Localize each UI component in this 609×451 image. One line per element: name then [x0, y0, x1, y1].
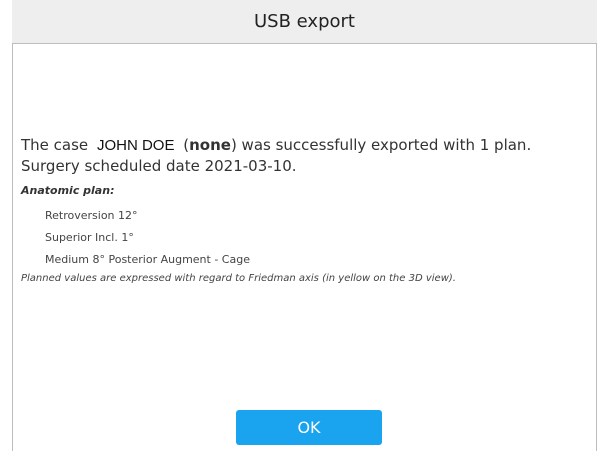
- dialog-titlebar: USB export: [12, 0, 597, 44]
- dialog-left-border: [12, 0, 13, 451]
- plan-item-augment: Medium 8° Posterior Augment - Cage: [45, 253, 250, 266]
- usb-export-dialog: USB export The case JOHN DOE (none) was …: [0, 0, 609, 451]
- plan-item-inclination: Superior Incl. 1°: [45, 231, 134, 244]
- plan-heading: Anatomic plan:: [21, 184, 115, 197]
- patient-name: JOHN DOE: [96, 137, 175, 154]
- export-message: The case JOHN DOE (none) was successfull…: [21, 135, 593, 176]
- dialog-content: The case JOHN DOE (none) was successfull…: [21, 135, 593, 284]
- message-prefix: The case: [21, 136, 89, 154]
- dialog-title: USB export: [254, 11, 355, 32]
- ok-button[interactable]: OK: [236, 410, 382, 445]
- planned-values-note: Planned values are expressed with regard…: [21, 273, 456, 284]
- plan-list: Retroversion 12° Superior Incl. 1° Mediu…: [21, 205, 593, 271]
- plan-item-retroversion: Retroversion 12°: [45, 209, 138, 222]
- case-status: none: [189, 136, 231, 154]
- surgery-date-text: Surgery scheduled date 2021-03-10.: [21, 157, 297, 175]
- message-suffix: ) was successfully exported with 1 plan.: [230, 136, 532, 154]
- dialog-right-border: [596, 0, 597, 451]
